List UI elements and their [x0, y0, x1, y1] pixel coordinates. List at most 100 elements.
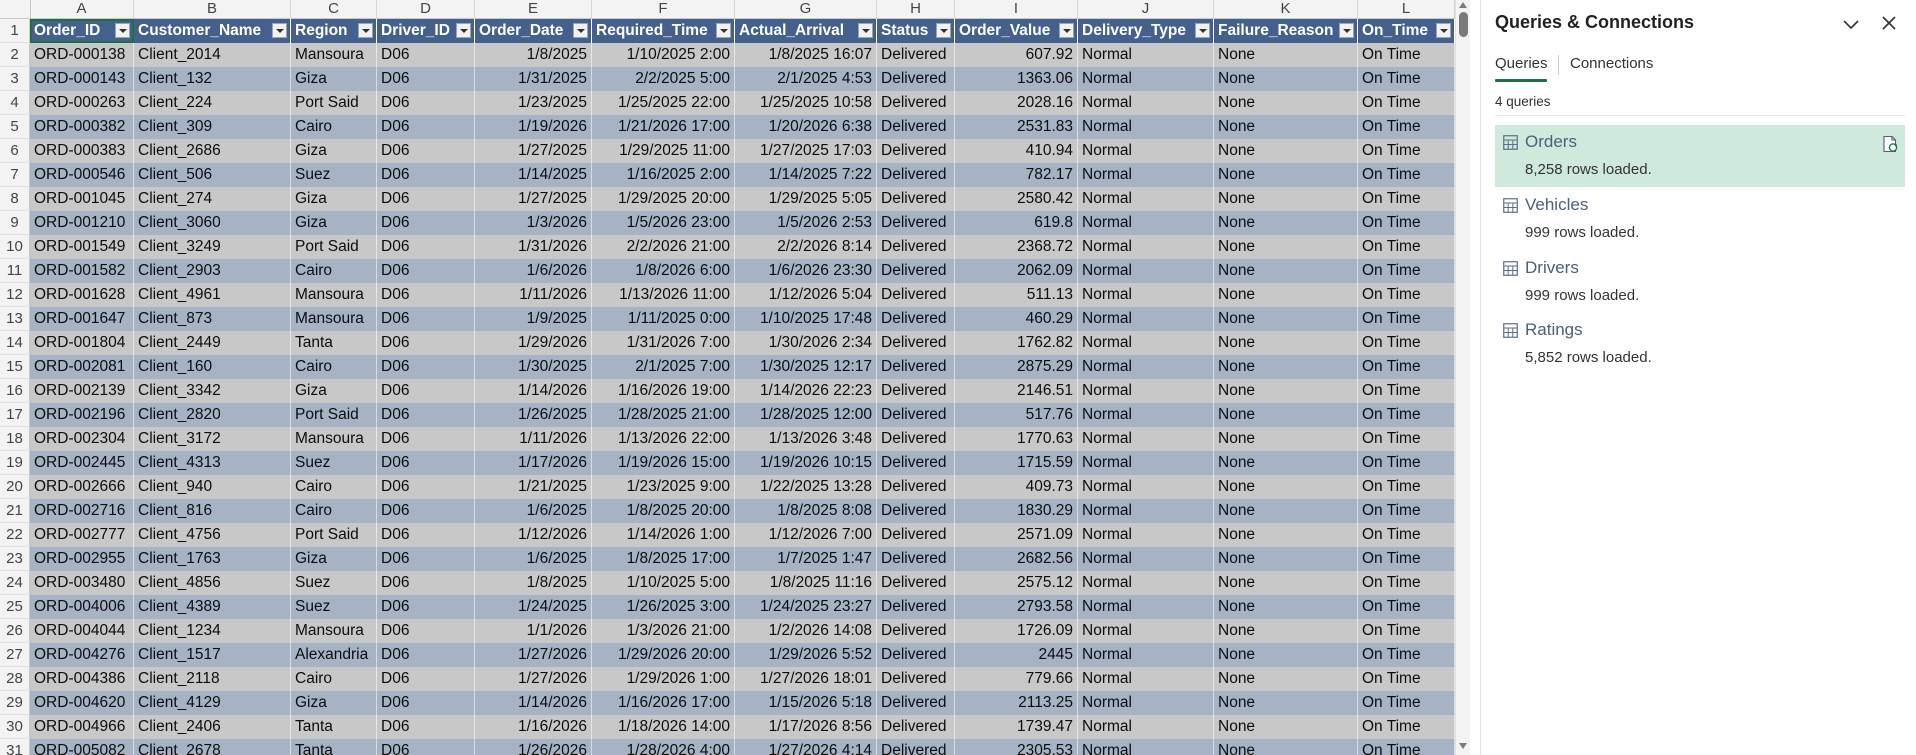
- table-cell[interactable]: ORD-002081: [30, 355, 134, 379]
- table-cell[interactable]: 1/27/2025: [475, 187, 592, 211]
- table-cell[interactable]: None: [1214, 667, 1358, 691]
- table-cell[interactable]: None: [1214, 547, 1358, 571]
- table-cell[interactable]: 1/14/2025 7:22: [735, 163, 877, 187]
- table-cell[interactable]: D06: [377, 451, 475, 475]
- table-cell[interactable]: Normal: [1078, 235, 1214, 259]
- column-letter-f[interactable]: F: [592, 0, 735, 18]
- column-header[interactable]: Delivery_Type: [1078, 19, 1214, 43]
- table-cell[interactable]: 2/2/2025 5:00: [592, 67, 735, 91]
- row-number[interactable]: 17: [0, 403, 30, 427]
- scroll-down-icon[interactable]: [1459, 743, 1467, 749]
- table-cell[interactable]: Delivered: [877, 427, 955, 451]
- table-cell[interactable]: Client_4313: [134, 451, 291, 475]
- column-letter-k[interactable]: K: [1214, 0, 1358, 18]
- table-cell[interactable]: 1/23/2025: [475, 91, 592, 115]
- table-cell[interactable]: 1/29/2025 20:00: [592, 187, 735, 211]
- table-cell[interactable]: 1/3/2026 21:00: [592, 619, 735, 643]
- row-number[interactable]: 24: [0, 571, 30, 595]
- table-cell[interactable]: None: [1214, 43, 1358, 67]
- table-cell[interactable]: Delivered: [877, 691, 955, 715]
- filter-dropdown-icon[interactable]: [358, 23, 373, 38]
- row-number[interactable]: 2: [0, 43, 30, 67]
- row-number[interactable]: 13: [0, 307, 30, 331]
- table-cell[interactable]: None: [1214, 163, 1358, 187]
- table-cell[interactable]: 1/13/2026 3:48: [735, 427, 877, 451]
- query-name[interactable]: Drivers: [1525, 258, 1579, 278]
- table-cell[interactable]: On Time: [1358, 43, 1455, 67]
- table-cell[interactable]: Cairo: [291, 259, 377, 283]
- table-cell[interactable]: Client_132: [134, 67, 291, 91]
- select-all-corner[interactable]: [0, 0, 31, 18]
- table-cell[interactable]: Cairo: [291, 475, 377, 499]
- table-cell[interactable]: 1/17/2026 8:56: [735, 715, 877, 739]
- filter-dropdown-icon[interactable]: [573, 23, 588, 38]
- table-cell[interactable]: 1/8/2025 11:16: [735, 571, 877, 595]
- table-cell[interactable]: D06: [377, 571, 475, 595]
- table-cell[interactable]: 1/14/2026 22:23: [735, 379, 877, 403]
- row-number[interactable]: 29: [0, 691, 30, 715]
- table-cell[interactable]: Client_1763: [134, 547, 291, 571]
- table-cell[interactable]: On Time: [1358, 331, 1455, 355]
- table-cell[interactable]: Delivered: [877, 259, 955, 283]
- table-cell[interactable]: 1/23/2025 9:00: [592, 475, 735, 499]
- table-cell[interactable]: 511.13: [955, 283, 1078, 307]
- table-cell[interactable]: 1/27/2026: [475, 643, 592, 667]
- table-cell[interactable]: Normal: [1078, 211, 1214, 235]
- table-cell[interactable]: Normal: [1078, 187, 1214, 211]
- table-cell[interactable]: Delivered: [877, 715, 955, 739]
- row-number[interactable]: 21: [0, 499, 30, 523]
- table-cell[interactable]: Delivered: [877, 331, 955, 355]
- table-cell[interactable]: On Time: [1358, 595, 1455, 619]
- table-cell[interactable]: 1/19/2026 15:00: [592, 451, 735, 475]
- query-item-vehicles[interactable]: Vehicles 999 rows loaded.: [1495, 188, 1905, 250]
- table-cell[interactable]: D06: [377, 547, 475, 571]
- row-number[interactable]: 30: [0, 715, 30, 739]
- column-letter-j[interactable]: J: [1078, 0, 1214, 18]
- table-cell[interactable]: Normal: [1078, 691, 1214, 715]
- table-cell[interactable]: 1/13/2026 11:00: [592, 283, 735, 307]
- table-cell[interactable]: 1/21/2026 17:00: [592, 115, 735, 139]
- table-cell[interactable]: 1770.63: [955, 427, 1078, 451]
- table-cell[interactable]: Client_160: [134, 355, 291, 379]
- table-cell[interactable]: On Time: [1358, 187, 1455, 211]
- table-cell[interactable]: 1/24/2025: [475, 595, 592, 619]
- scroll-up-icon[interactable]: [1459, 2, 1467, 8]
- column-letter-i[interactable]: I: [955, 0, 1078, 18]
- table-cell[interactable]: 1/10/2025 5:00: [592, 571, 735, 595]
- table-cell[interactable]: D06: [377, 379, 475, 403]
- table-cell[interactable]: On Time: [1358, 91, 1455, 115]
- table-cell[interactable]: Normal: [1078, 523, 1214, 547]
- table-cell[interactable]: Delivered: [877, 571, 955, 595]
- table-cell[interactable]: 1/20/2026 6:38: [735, 115, 877, 139]
- table-cell[interactable]: Normal: [1078, 499, 1214, 523]
- table-cell[interactable]: 2/2/2026 21:00: [592, 235, 735, 259]
- query-item-drivers[interactable]: Drivers 999 rows loaded.: [1495, 251, 1905, 313]
- table-cell[interactable]: 1/30/2025: [475, 355, 592, 379]
- table-cell[interactable]: 1/1/2026: [475, 619, 592, 643]
- table-cell[interactable]: None: [1214, 283, 1358, 307]
- table-cell[interactable]: 1/28/2025 21:00: [592, 403, 735, 427]
- table-cell[interactable]: 1/24/2025 23:27: [735, 595, 877, 619]
- table-cell[interactable]: Client_2118: [134, 667, 291, 691]
- table-cell[interactable]: 1/28/2025 12:00: [735, 403, 877, 427]
- table-cell[interactable]: On Time: [1358, 67, 1455, 91]
- filter-dropdown-icon[interactable]: [936, 23, 951, 38]
- table-cell[interactable]: 1726.09: [955, 619, 1078, 643]
- table-cell[interactable]: Delivered: [877, 619, 955, 643]
- table-cell[interactable]: ORD-004276: [30, 643, 134, 667]
- table-cell[interactable]: None: [1214, 187, 1358, 211]
- table-cell[interactable]: 1/12/2026 7:00: [735, 523, 877, 547]
- table-cell[interactable]: D06: [377, 163, 475, 187]
- table-cell[interactable]: 1/16/2026 17:00: [592, 691, 735, 715]
- table-cell[interactable]: D06: [377, 283, 475, 307]
- table-cell[interactable]: Suez: [291, 571, 377, 595]
- table-cell[interactable]: 1363.06: [955, 67, 1078, 91]
- table-cell[interactable]: Client_873: [134, 307, 291, 331]
- table-cell[interactable]: None: [1214, 619, 1358, 643]
- table-cell[interactable]: 1762.82: [955, 331, 1078, 355]
- table-cell[interactable]: ORD-004386: [30, 667, 134, 691]
- table-cell[interactable]: Normal: [1078, 163, 1214, 187]
- table-cell[interactable]: Client_4129: [134, 691, 291, 715]
- table-cell[interactable]: Client_224: [134, 91, 291, 115]
- table-cell[interactable]: 1/25/2025 22:00: [592, 91, 735, 115]
